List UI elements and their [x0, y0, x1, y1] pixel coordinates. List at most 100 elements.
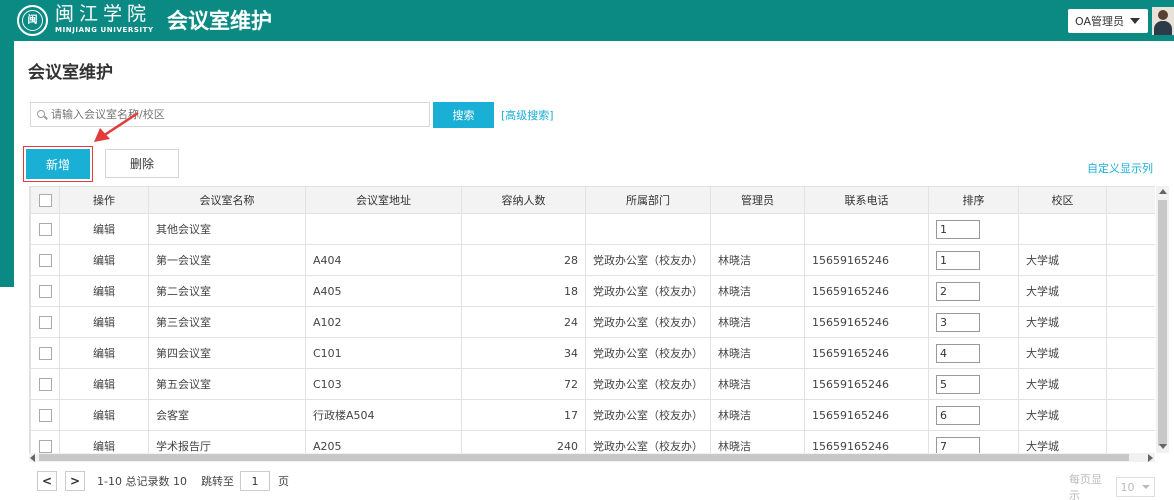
app-title: 会议室维护 — [167, 9, 272, 33]
row-checkbox[interactable] — [38, 377, 52, 391]
jump-page-input[interactable] — [239, 471, 270, 491]
cell-extra — [1106, 306, 1155, 338]
edit-link[interactable]: 编辑 — [59, 244, 149, 276]
per-page-select[interactable]: 10 — [1115, 477, 1155, 497]
edit-link[interactable]: 编辑 — [59, 337, 149, 369]
scroll-up-icon[interactable] — [1159, 189, 1167, 194]
edit-link[interactable]: 编辑 — [59, 399, 149, 431]
row-checkbox[interactable] — [38, 253, 52, 267]
row-checkbox-cell[interactable] — [30, 244, 60, 276]
per-page-value: 10 — [1120, 480, 1135, 494]
column-header: 联系电话 — [804, 186, 929, 214]
horizontal-scroll-thumb[interactable] — [39, 454, 1129, 461]
column-header: 操作 — [59, 186, 149, 214]
sort-order-input[interactable] — [936, 374, 980, 394]
cell-room-address — [305, 213, 462, 245]
row-checkbox[interactable] — [38, 284, 52, 298]
cell-department: 党政办公室（校友办） — [585, 337, 711, 369]
cell-room-name: 会客室 — [148, 399, 306, 431]
cell-room-name: 第四会议室 — [148, 337, 306, 369]
cell-campus: 大学城 — [1018, 399, 1107, 431]
per-page-control: 每页显示 10 — [1069, 471, 1155, 500]
sort-order-input[interactable] — [936, 281, 980, 301]
cell-room-address: C101 — [305, 337, 462, 369]
scroll-down-icon[interactable] — [1159, 444, 1167, 449]
prev-page-button[interactable]: < — [37, 471, 57, 491]
sort-order-input[interactable] — [936, 219, 980, 239]
meeting-room-table: 操作 会议室名称 会议室地址 容纳人数 所属部门 管理员 联系电话 排序 校区 … — [29, 186, 1155, 453]
edit-link[interactable]: 编辑 — [59, 430, 149, 453]
cell-phone — [804, 213, 929, 245]
column-header: 会议室名称 — [148, 186, 306, 214]
search-button[interactable]: 搜索 — [433, 102, 494, 128]
user-menu-button[interactable]: OA管理员 — [1068, 9, 1148, 33]
edit-link[interactable]: 编辑 — [59, 213, 149, 245]
cell-sort — [928, 368, 1019, 400]
sort-order-input[interactable] — [936, 250, 980, 270]
horizontal-scrollbar[interactable] — [29, 453, 1155, 462]
row-checkbox[interactable] — [38, 408, 52, 422]
vertical-scroll-thumb[interactable] — [1158, 200, 1167, 446]
row-checkbox-cell[interactable] — [30, 368, 60, 400]
cell-capacity: 18 — [461, 275, 586, 307]
advanced-search-link[interactable]: [高级搜索] — [501, 107, 554, 123]
cell-phone: 15659165246 — [804, 337, 929, 369]
edit-link[interactable]: 编辑 — [59, 368, 149, 400]
cell-extra — [1106, 275, 1155, 307]
cell-capacity — [461, 213, 586, 245]
row-checkbox-cell[interactable] — [30, 337, 60, 369]
cell-phone: 15659165246 — [804, 430, 929, 453]
delete-button[interactable]: 删除 — [105, 149, 179, 178]
table-row: 编辑 会客室 行政楼A504 17 党政办公室（校友办） 林晓洁 1565916… — [30, 399, 1155, 431]
table-row: 编辑 第五会议室 C103 72 党政办公室（校友办） 林晓洁 15659165… — [30, 368, 1155, 400]
cell-department: 党政办公室（校友办） — [585, 275, 711, 307]
search-box[interactable] — [30, 102, 430, 127]
cell-room-address: 行政楼A504 — [305, 399, 462, 431]
scroll-left-icon[interactable] — [30, 454, 35, 462]
cell-capacity: 240 — [461, 430, 586, 453]
custom-columns-link[interactable]: 自定义显示列 — [1087, 160, 1153, 176]
row-checkbox-cell[interactable] — [30, 306, 60, 338]
user-avatar[interactable] — [1152, 7, 1174, 35]
row-checkbox-cell[interactable] — [30, 399, 60, 431]
top-header-bar: 闽 闽江学院 MINJIANG UNIVERSITY 会议室维护 OA管理员 — [0, 0, 1174, 41]
table-row: 编辑 学术报告厅 A205 240 党政办公室（校友办） 林晓洁 1565916… — [30, 430, 1155, 453]
next-page-button[interactable]: > — [65, 471, 85, 491]
sort-order-input[interactable] — [936, 436, 980, 453]
column-header: 会议室地址 — [305, 186, 462, 214]
select-all-checkbox-cell[interactable] — [30, 186, 60, 214]
cell-admin: 林晓洁 — [710, 399, 805, 431]
row-checkbox-cell[interactable] — [30, 213, 60, 245]
row-checkbox[interactable] — [38, 315, 52, 329]
cell-extra — [1106, 399, 1155, 431]
column-header: 排序 — [928, 186, 1019, 214]
cell-campus: 大学城 — [1018, 275, 1107, 307]
cell-extra — [1106, 244, 1155, 276]
cell-admin: 林晓洁 — [710, 275, 805, 307]
cell-campus: 大学城 — [1018, 368, 1107, 400]
pagination-bar: < > 1-10 总记录数 10 跳转至 页 每页显示 10 — [29, 464, 1155, 500]
edit-link[interactable]: 编辑 — [59, 306, 149, 338]
row-checkbox-cell[interactable] — [30, 275, 60, 307]
search-input[interactable] — [51, 108, 411, 121]
column-header: 容纳人数 — [461, 186, 586, 214]
sort-order-input[interactable] — [936, 405, 980, 425]
column-header: 新 — [1106, 186, 1155, 214]
scroll-right-icon[interactable] — [1148, 454, 1153, 462]
cell-capacity: 72 — [461, 368, 586, 400]
vertical-scrollbar[interactable] — [1156, 186, 1169, 453]
sort-order-input[interactable] — [936, 312, 980, 332]
table-row: 编辑 第一会议室 A404 28 党政办公室（校友办） 林晓洁 15659165… — [30, 244, 1155, 276]
row-checkbox[interactable] — [38, 346, 52, 360]
table-row: 编辑 第四会议室 C101 34 党政办公室（校友办） 林晓洁 15659165… — [30, 337, 1155, 369]
row-checkbox[interactable] — [38, 222, 52, 236]
add-button[interactable]: 新增 — [26, 149, 90, 179]
select-all-checkbox[interactable] — [38, 193, 52, 207]
jump-to-label: 跳转至 — [200, 475, 234, 488]
cell-admin: 林晓洁 — [710, 368, 805, 400]
cell-sort — [928, 306, 1019, 338]
row-checkbox-cell[interactable] — [30, 430, 60, 453]
row-checkbox[interactable] — [38, 439, 52, 453]
edit-link[interactable]: 编辑 — [59, 275, 149, 307]
sort-order-input[interactable] — [936, 343, 980, 363]
